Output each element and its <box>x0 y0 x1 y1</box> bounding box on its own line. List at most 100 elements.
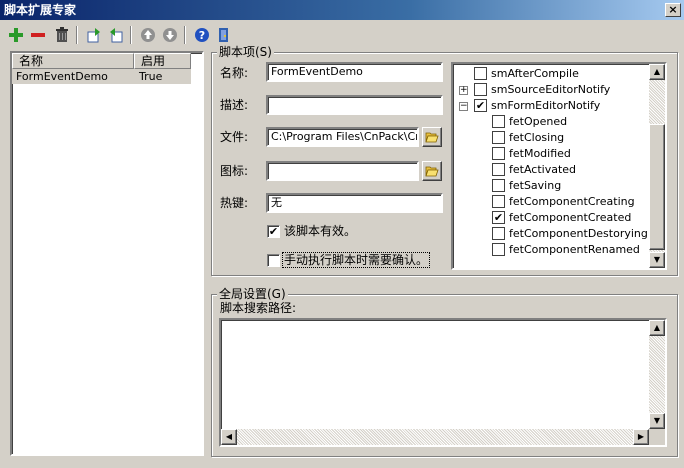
tree-node[interactable]: fetComponentRenamed <box>453 242 649 258</box>
tree-node-label: smFormEditorNotify <box>491 99 601 112</box>
folder-open-icon <box>425 166 439 177</box>
toolbar-separator <box>76 26 78 44</box>
scroll-up-button[interactable]: ▲ <box>649 64 665 80</box>
tree-node-label: fetOpened <box>509 115 568 128</box>
delete-icon <box>56 27 68 42</box>
description-input[interactable] <box>266 95 443 115</box>
name-input[interactable]: FormEventDemo <box>266 62 443 82</box>
column-header-name[interactable]: 名称 <box>12 53 134 69</box>
description-label: 描述: <box>220 98 249 112</box>
tree-node-checkbox[interactable] <box>492 195 505 208</box>
tree-node-checkbox[interactable] <box>492 163 505 176</box>
import-icon <box>87 28 100 43</box>
scroll-thumb[interactable] <box>649 124 665 250</box>
add-button[interactable] <box>6 25 26 45</box>
tree-node-label: smAfterCompile <box>491 67 579 80</box>
collapse-icon[interactable]: − <box>459 102 468 111</box>
folder-open-icon <box>425 132 439 143</box>
export-icon <box>110 28 123 43</box>
scroll-right-button[interactable]: ▶ <box>633 429 649 445</box>
tree-node-label: fetSaving <box>509 179 562 192</box>
scroll-down-button[interactable]: ▼ <box>649 252 665 268</box>
table-row[interactable]: FormEventDemo True <box>12 69 191 84</box>
exit-button[interactable] <box>214 25 234 45</box>
tree-node[interactable]: + smSourceEditorNotify <box>453 82 649 98</box>
tree-node[interactable]: fetSaving <box>453 178 649 194</box>
tree-node-checkbox[interactable]: ✔ <box>492 211 505 224</box>
tree-node-label: fetClosing <box>509 131 565 144</box>
expand-icon[interactable]: + <box>459 86 468 95</box>
event-tree-scrollbar[interactable]: ▲ ▼ <box>649 64 665 268</box>
tree-node-checkbox[interactable] <box>474 67 487 80</box>
tree-node[interactable]: smAfterCompile <box>453 66 649 82</box>
import-button[interactable] <box>84 25 104 45</box>
tree-node[interactable]: ✔ fetComponentCreated <box>453 210 649 226</box>
script-name-cell: FormEventDemo <box>16 70 108 83</box>
scroll-up-button[interactable]: ▲ <box>649 320 665 336</box>
browse-file-button[interactable] <box>422 127 442 147</box>
tree-node[interactable]: fetActivated <box>453 162 649 178</box>
icon-input[interactable] <box>266 161 419 181</box>
tree-node-checkbox[interactable] <box>474 83 487 96</box>
toolbar-separator <box>184 26 186 44</box>
browse-icon-button[interactable] <box>422 161 442 181</box>
tree-node-checkbox[interactable]: ✔ <box>474 99 487 112</box>
column-header-enabled[interactable]: 启用 <box>134 53 191 69</box>
confirm-checkbox[interactable] <box>267 254 280 267</box>
event-tree[interactable]: smAfterCompile + smSourceEditorNotify − ✔ smF… <box>451 62 667 270</box>
tree-node-checkbox[interactable] <box>492 243 505 256</box>
toolbar: ? <box>0 22 684 48</box>
move-up-icon <box>141 28 155 42</box>
svg-text:?: ? <box>199 29 205 42</box>
search-path-textarea[interactable]: ▲ ▼ ◀ ▶ <box>219 318 667 447</box>
scroll-down-button[interactable]: ▼ <box>649 413 665 429</box>
toolbar-separator <box>130 26 132 44</box>
move-down-icon <box>163 28 177 42</box>
help-icon: ? <box>195 28 209 42</box>
tree-node-label: fetActivated <box>509 163 577 176</box>
checkmark-icon: ✔ <box>268 225 279 238</box>
script-item-legend: 脚本项(S) <box>217 45 274 59</box>
tree-node-label: fetComponentCreated <box>509 211 632 224</box>
tree-node-checkbox[interactable] <box>492 147 505 160</box>
tree-node[interactable]: fetComponentCreating <box>453 194 649 210</box>
confirm-checkbox-label: 手动执行脚本时需要确认。 <box>282 252 431 268</box>
script-list[interactable]: 名称 启用 FormEventDemo True <box>10 51 204 456</box>
tree-node-checkbox[interactable] <box>492 115 505 128</box>
tree-node-label: fetModified <box>509 147 571 160</box>
script-expert-window: 脚本扩展专家 × ? 名称 启用 FormEventDemo True 脚本项(… <box>0 0 684 468</box>
hotkey-label: 热键: <box>220 196 249 210</box>
tree-node-label: smSourceEditorNotify <box>491 83 611 96</box>
global-settings-legend: 全局设置(G) <box>217 287 288 301</box>
scroll-corner <box>649 429 665 445</box>
file-label: 文件: <box>220 130 249 144</box>
close-button[interactable]: × <box>665 3 681 17</box>
scroll-left-button[interactable]: ◀ <box>221 429 237 445</box>
export-button[interactable] <box>106 25 126 45</box>
search-path-hscrollbar[interactable]: ◀ ▶ <box>221 429 649 445</box>
tree-node[interactable]: fetModified <box>453 146 649 162</box>
file-input[interactable]: C:\Program Files\CnPack\CnWi <box>266 127 419 147</box>
add-icon <box>9 28 23 42</box>
window-title: 脚本扩展专家 <box>4 3 77 17</box>
tree-node-label: fetComponentCreating <box>509 195 635 208</box>
remove-button[interactable] <box>28 25 48 45</box>
hotkey-input[interactable]: 无 <box>266 193 443 213</box>
valid-checkbox[interactable]: ✔ <box>267 225 280 238</box>
delete-button[interactable] <box>52 25 72 45</box>
tree-node-checkbox[interactable] <box>492 179 505 192</box>
exit-icon <box>219 28 228 42</box>
tree-node[interactable]: fetClosing <box>453 130 649 146</box>
move-up-button[interactable] <box>138 25 158 45</box>
tree-node[interactable]: − ✔ smFormEditorNotify <box>453 98 649 114</box>
tree-node-checkbox[interactable] <box>492 227 505 240</box>
tree-node-label: fetComponentDestorying <box>509 227 648 240</box>
tree-node[interactable]: fetOpened <box>453 114 649 130</box>
move-down-button[interactable] <box>160 25 180 45</box>
icon-label: 图标: <box>220 164 249 178</box>
tree-node[interactable]: fetComponentDestorying <box>453 226 649 242</box>
search-path-vscrollbar[interactable]: ▲ ▼ <box>649 320 665 429</box>
help-button[interactable]: ? <box>192 25 212 45</box>
tree-node-checkbox[interactable] <box>492 131 505 144</box>
name-label: 名称: <box>220 66 249 80</box>
